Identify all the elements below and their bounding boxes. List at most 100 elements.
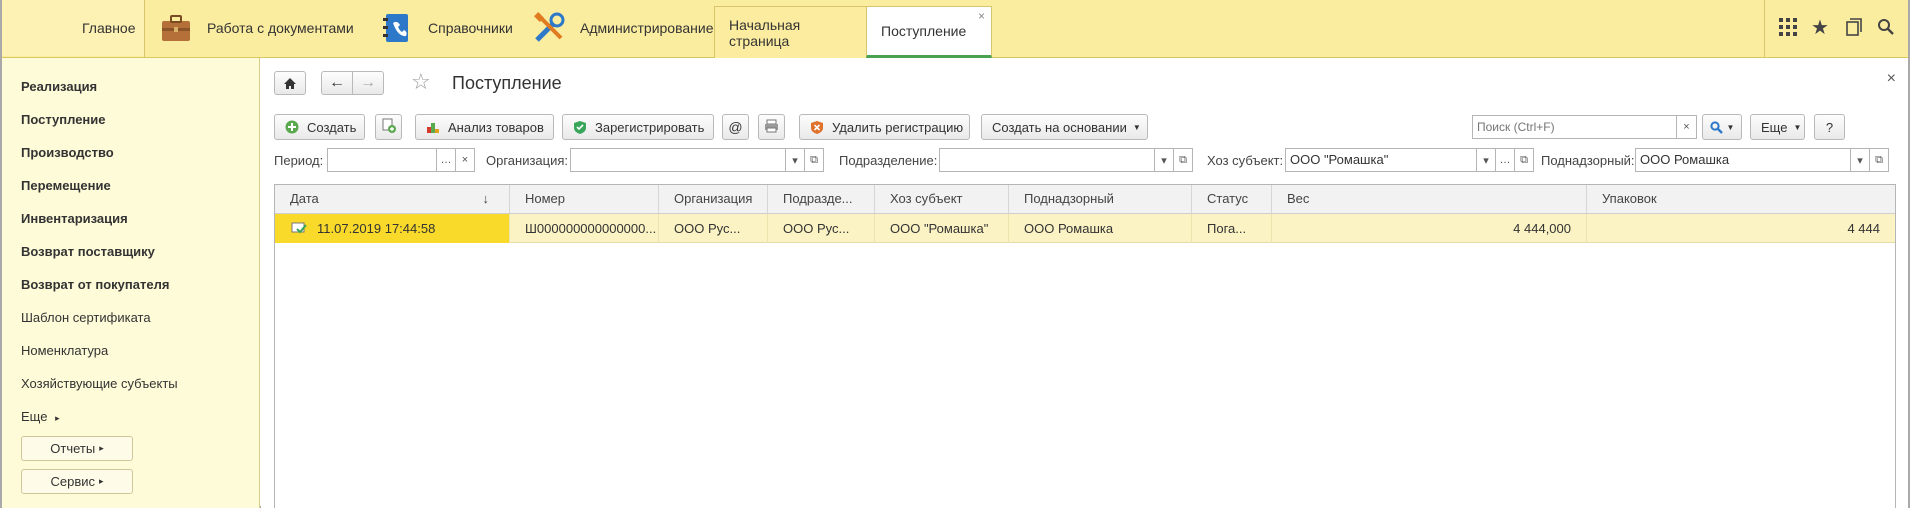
- posted-document-icon: [291, 215, 307, 243]
- organization-field[interactable]: [570, 148, 786, 172]
- clear-search-icon[interactable]: ×: [1676, 115, 1697, 139]
- sidebar-item-production[interactable]: Производство: [21, 145, 114, 160]
- sidebar-item-sales[interactable]: Реализация: [21, 79, 97, 94]
- table-header: Дата ↓ Номер Организация Подразде... Хоз…: [275, 185, 1895, 214]
- more-button-label: Еще: [1761, 119, 1788, 135]
- delete-registration-button[interactable]: Удалить регистрацию: [799, 114, 970, 140]
- column-weight[interactable]: Вес: [1272, 185, 1587, 213]
- section-home[interactable]: Главное: [2, 0, 144, 56]
- favorite-star-outline-icon[interactable]: ☆: [411, 69, 431, 95]
- tab-close-icon[interactable]: ×: [978, 9, 985, 23]
- business-subject-dropdown-icon[interactable]: ▾: [1476, 148, 1496, 172]
- arrow-right-icon: →: [360, 74, 376, 91]
- business-subject-field[interactable]: ООО "Ромашка": [1285, 148, 1477, 172]
- form-close-icon[interactable]: ×: [1887, 70, 1896, 88]
- section-administration[interactable]: Администрирование: [518, 0, 714, 56]
- search-options-button[interactable]: ▼: [1702, 114, 1742, 140]
- register-button[interactable]: Зарегистрировать: [562, 114, 714, 140]
- organization-dropdown-icon[interactable]: ▾: [785, 148, 805, 172]
- section-references-label: Справочники: [428, 20, 513, 36]
- favorites-star-icon[interactable]: ★: [1808, 15, 1832, 39]
- cell-status: Пога...: [1192, 214, 1272, 243]
- divider: [1764, 0, 1765, 57]
- sort-descending-icon: ↓: [482, 191, 490, 206]
- reports-button[interactable]: Отчеты ▸: [21, 436, 133, 461]
- sidebar-item-nomenclature[interactable]: Номенклатура: [21, 343, 108, 358]
- create-button-label: Создать: [307, 119, 357, 135]
- column-status[interactable]: Статус: [1192, 185, 1272, 213]
- sidebar-item-receipt[interactable]: Поступление: [21, 112, 106, 127]
- create-button[interactable]: Создать: [274, 114, 365, 140]
- column-supervised[interactable]: Поднадзорный: [1009, 185, 1192, 213]
- business-subject-label: Хоз субъект:: [1207, 153, 1284, 168]
- help-button[interactable]: ?: [1814, 114, 1845, 140]
- sidebar-item-business-entities[interactable]: Хозяйствующие субъекты: [21, 376, 178, 391]
- dropdown-arrow-icon: ▼: [1793, 122, 1802, 132]
- supervised-open-icon[interactable]: ⧉: [1869, 148, 1889, 172]
- table-row[interactable]: 11.07.2019 17:44:58 Ш000000000000000... …: [275, 214, 1895, 243]
- print-button[interactable]: [758, 114, 785, 140]
- supervised-field[interactable]: ООО Ромашка: [1635, 148, 1851, 172]
- history-icon[interactable]: [1842, 15, 1866, 39]
- section-references[interactable]: Справочники: [366, 0, 518, 56]
- home-button[interactable]: [274, 71, 306, 95]
- column-number[interactable]: Номер: [510, 185, 659, 213]
- business-subject-select-icon[interactable]: …: [1495, 148, 1515, 172]
- dropdown-arrow-icon: ▼: [1726, 122, 1735, 132]
- shield-check-icon: [573, 119, 587, 135]
- section-documents[interactable]: Работа с документами: [145, 0, 366, 56]
- organization-open-icon[interactable]: ⧉: [804, 148, 824, 172]
- tab-start-page[interactable]: Начальная страница: [714, 6, 867, 58]
- search-icon: [1709, 120, 1723, 134]
- goods-analysis-button[interactable]: Анализ товаров: [415, 114, 554, 140]
- department-open-icon[interactable]: ⧉: [1173, 148, 1193, 172]
- page-title: Поступление: [452, 73, 562, 93]
- column-department[interactable]: Подразде...: [768, 185, 875, 213]
- sidebar-item-more[interactable]: Еще ▸: [21, 409, 60, 424]
- cell-department: ООО Рус...: [768, 214, 875, 243]
- sidebar-item-inventory[interactable]: Инвентаризация: [21, 211, 128, 226]
- column-date[interactable]: Дата ↓: [275, 185, 510, 213]
- column-business-subject[interactable]: Хоз субъект: [875, 185, 1009, 213]
- create-based-on-button[interactable]: Создать на основании ▼: [981, 114, 1148, 140]
- department-dropdown-icon[interactable]: ▾: [1154, 148, 1174, 172]
- triangle-right-icon: ▸: [55, 413, 60, 423]
- cell-supervised: ООО Ромашка: [1009, 214, 1192, 243]
- sidebar-item-certificate-template[interactable]: Шаблон сертификата: [21, 310, 151, 325]
- cell-number: Ш000000000000000...: [510, 214, 659, 243]
- tab-receipt[interactable]: Поступление ×: [866, 6, 992, 58]
- search-input[interactable]: [1472, 115, 1677, 139]
- department-field[interactable]: [939, 148, 1155, 172]
- copy-document-icon: [382, 118, 396, 136]
- forward-button[interactable]: →: [352, 71, 384, 95]
- documents-table: Дата ↓ Номер Организация Подразде... Хоз…: [274, 184, 1896, 508]
- more-button[interactable]: Еще ▼: [1750, 114, 1805, 140]
- column-organization[interactable]: Организация: [659, 185, 768, 213]
- triangle-right-icon: ▸: [99, 476, 104, 486]
- copy-button[interactable]: [375, 114, 402, 140]
- search-icon[interactable]: [1874, 15, 1898, 39]
- arrow-left-icon: ←: [329, 74, 345, 91]
- period-field[interactable]: [327, 148, 437, 172]
- reports-button-label: Отчеты: [50, 441, 96, 456]
- apps-grid-icon[interactable]: [1776, 15, 1800, 39]
- briefcase-icon: [159, 11, 193, 45]
- organization-label: Организация:: [486, 153, 569, 168]
- register-button-label: Зарегистрировать: [595, 119, 705, 135]
- cell-organization: ООО Рус...: [659, 214, 768, 243]
- period-clear-icon[interactable]: ×: [455, 148, 475, 172]
- email-button[interactable]: @: [722, 114, 749, 140]
- business-subject-open-icon[interactable]: ⧉: [1514, 148, 1534, 172]
- department-label: Подразделение:: [839, 153, 938, 168]
- sidebar-item-return-supplier[interactable]: Возврат поставщику: [21, 244, 155, 259]
- sidebar-item-return-customer[interactable]: Возврат от покупателя: [21, 277, 169, 292]
- back-button[interactable]: ←: [321, 71, 353, 95]
- sidebar-item-transfer[interactable]: Перемещение: [21, 178, 111, 193]
- chart-icon: [426, 119, 440, 135]
- period-select-icon[interactable]: …: [436, 148, 456, 172]
- service-button[interactable]: Сервис ▸: [21, 469, 133, 494]
- plus-icon: [285, 119, 299, 135]
- supervised-dropdown-icon[interactable]: ▾: [1850, 148, 1870, 172]
- column-packages[interactable]: Упаковок: [1587, 185, 1895, 213]
- goods-analysis-label: Анализ товаров: [448, 119, 544, 135]
